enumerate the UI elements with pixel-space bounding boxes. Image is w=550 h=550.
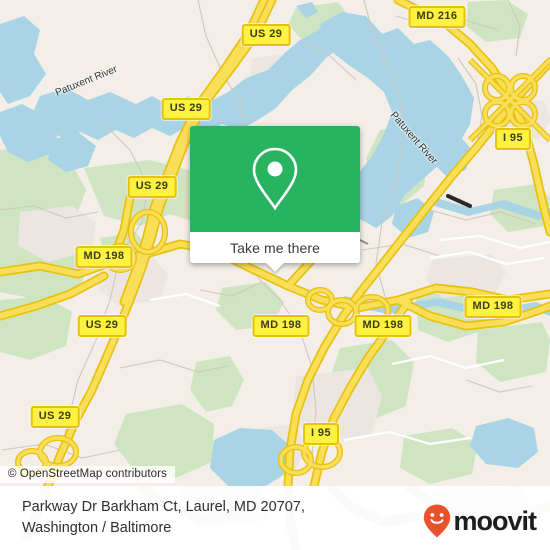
moovit-wordmark: moovit [453, 505, 537, 536]
take-me-there-button[interactable]: Take me there [230, 240, 320, 256]
location-line-1: Parkway Dr Barkham Ct, Laurel, MD 20707, [22, 499, 305, 515]
route-shield-i-95[interactable]: I 95 [303, 423, 339, 445]
map-canvas[interactable]: Patuxent River Patuxent River MD 216 US … [0, 0, 550, 486]
route-shield-md-198[interactable]: MD 198 [354, 315, 412, 337]
route-shield-us-29[interactable]: US 29 [77, 315, 127, 337]
popup-card-header [190, 126, 360, 232]
footer-bar: Parkway Dr Barkham Ct, Laurel, MD 20707,… [0, 486, 550, 550]
osm-attribution[interactable]: © OpenStreetMap contributors [0, 466, 175, 483]
route-shield-us-29[interactable]: US 29 [127, 176, 177, 198]
route-shield-us-29[interactable]: US 29 [30, 406, 80, 428]
map-pin-icon [252, 147, 298, 211]
moovit-logo[interactable]: moovit [423, 504, 537, 538]
route-shield-i-95[interactable]: I 95 [495, 128, 531, 150]
popup-card-tail [266, 263, 284, 272]
popup-card-footer[interactable]: Take me there [190, 232, 360, 272]
route-shield-md-216[interactable]: MD 216 [408, 6, 466, 28]
route-shield-md-198[interactable]: MD 198 [464, 296, 522, 318]
route-shield-md-198[interactable]: MD 198 [75, 246, 133, 268]
map-screenshot: Patuxent River Patuxent River MD 216 US … [0, 0, 550, 550]
moovit-pin-smiley-icon [424, 504, 451, 538]
route-shield-md-198[interactable]: MD 198 [252, 315, 310, 337]
route-shield-us-29[interactable]: US 29 [241, 24, 291, 46]
location-title: Parkway Dr Barkham Ct, Laurel, MD 20707,… [22, 497, 382, 539]
destination-popup-card[interactable]: Take me there [190, 126, 360, 272]
location-line-2: Washington / Baltimore [22, 520, 172, 536]
route-shield-us-29[interactable]: US 29 [161, 98, 211, 120]
